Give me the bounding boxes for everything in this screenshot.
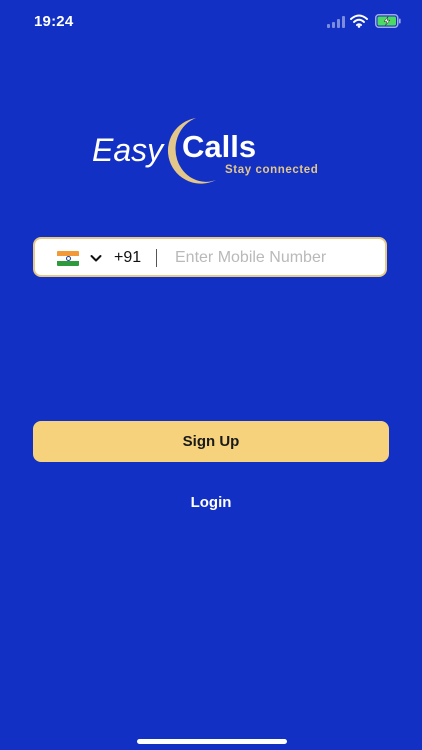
logo-word-calls: Calls — [182, 129, 257, 164]
india-flag-icon[interactable] — [57, 251, 79, 266]
home-indicator[interactable] — [137, 739, 287, 744]
easycalls-logo: Easy Calls Stay connected — [90, 112, 340, 192]
battery-charging-icon — [375, 14, 401, 28]
signal-icon — [327, 16, 345, 28]
logo-tagline: Stay connected — [225, 164, 319, 176]
mobile-number-input[interactable] — [175, 245, 379, 271]
signup-button[interactable]: Sign Up — [33, 421, 389, 462]
status-time: 19:24 — [34, 13, 74, 30]
status-bar: 19:24 — [0, 0, 422, 44]
field-divider — [156, 249, 157, 267]
chevron-down-icon[interactable] — [90, 252, 102, 264]
wifi-icon — [350, 14, 368, 28]
dial-code[interactable]: +91 — [114, 249, 141, 267]
phone-number-field: +91 — [33, 237, 387, 277]
logo-word-easy: Easy — [92, 132, 164, 168]
login-link[interactable]: Login — [0, 494, 422, 511]
